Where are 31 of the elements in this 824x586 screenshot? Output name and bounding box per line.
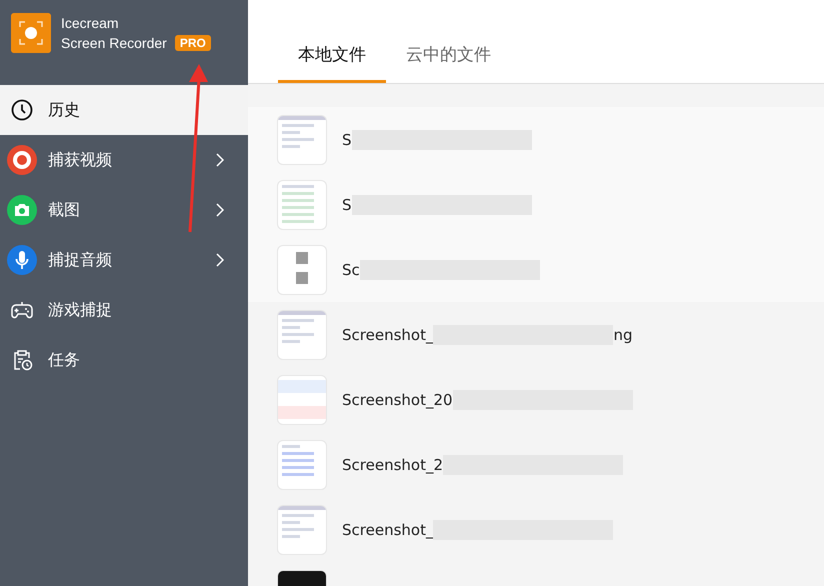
sidebar-item[interactable]: 历史 <box>0 85 248 135</box>
tab[interactable]: 云中的文件 <box>386 43 511 83</box>
file-name: Screenshot_2 <box>342 456 443 474</box>
file-name: S <box>342 196 352 214</box>
screenshot-thumbnail <box>278 116 326 164</box>
file-name: Sc <box>342 260 360 278</box>
file-name: S <box>342 130 352 148</box>
sidebar-item[interactable]: 捕获视频 <box>0 135 248 185</box>
screenshot-thumbnail <box>278 180 326 228</box>
screenshot-thumbnail <box>278 506 326 554</box>
app-name: Screen Recorder <box>61 34 167 52</box>
app-name: Icecream <box>61 14 120 32</box>
sidebar-item[interactable]: 截图 <box>0 185 248 235</box>
file-name: Screenshot_ <box>342 326 434 344</box>
sidebar-item[interactable]: 任务 <box>0 335 248 385</box>
tab[interactable]: 本地文件 <box>278 43 386 83</box>
pro-badge: PRO <box>174 34 211 50</box>
file-name: ng <box>613 326 632 344</box>
screenshot-thumbnail <box>278 440 326 488</box>
sidebar-item[interactable]: 游戏捕捉 <box>0 285 248 335</box>
record-icon <box>7 145 37 175</box>
file-name: Screenshot_ <box>342 520 434 538</box>
screenshot-thumbnail <box>278 246 326 294</box>
file-name: Screenshot_20 <box>342 390 453 408</box>
sidebar-item[interactable]: 捕捉音频 <box>0 235 248 285</box>
screenshot-thumbnail <box>278 376 326 424</box>
microphone-icon <box>7 245 37 275</box>
screenshot-thumbnail <box>278 310 326 358</box>
clock-icon <box>10 98 34 122</box>
camera-icon <box>7 195 37 225</box>
app-logo-icon <box>11 12 51 52</box>
